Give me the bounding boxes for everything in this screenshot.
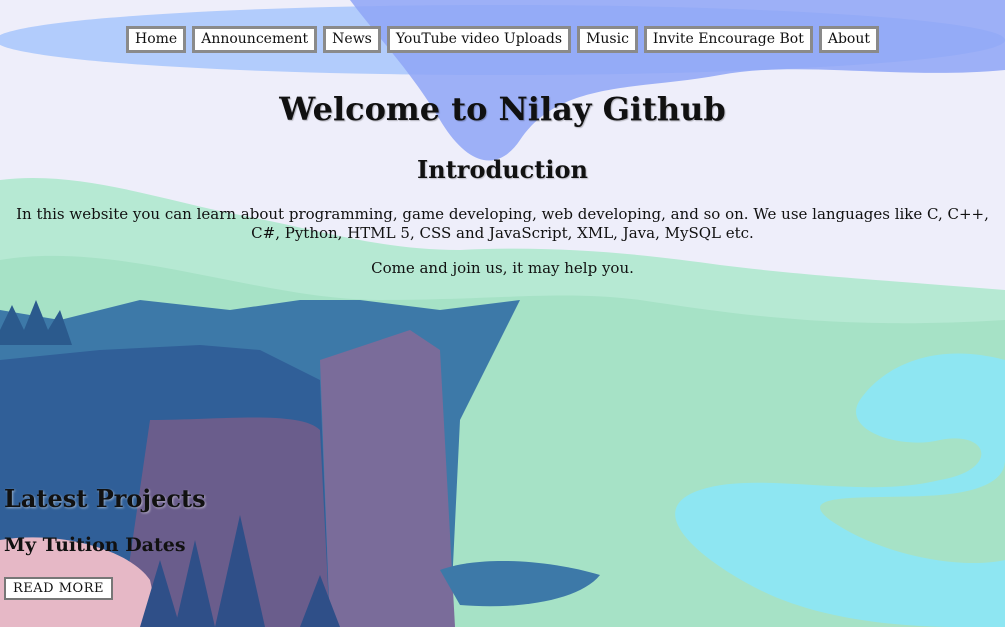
latest-projects-heading: Latest Projects [4,484,206,513]
page-content: Home Announcement News YouTube video Upl… [0,0,1005,627]
nav-music-button[interactable]: Music [577,26,638,53]
nav-youtube-uploads-button[interactable]: YouTube video Uploads [386,26,572,53]
nav-news-button[interactable]: News [323,26,381,53]
project-title: My Tuition Dates [4,534,186,556]
nav-about-button[interactable]: About [818,26,879,53]
join-paragraph: Come and join us, it may help you. [371,259,634,277]
nav-announcement-button[interactable]: Announcement [192,26,318,53]
page-title: Welcome to Nilay Github [279,90,726,128]
read-more-button[interactable]: READ MORE [4,577,113,600]
section-heading-introduction: Introduction [417,155,588,184]
nav-home-button[interactable]: Home [126,26,187,53]
top-nav: Home Announcement News YouTube video Upl… [0,26,1005,53]
intro-paragraph: In this website you can learn about prog… [16,205,989,242]
nav-invite-bot-button[interactable]: Invite Encourage Bot [643,26,813,53]
